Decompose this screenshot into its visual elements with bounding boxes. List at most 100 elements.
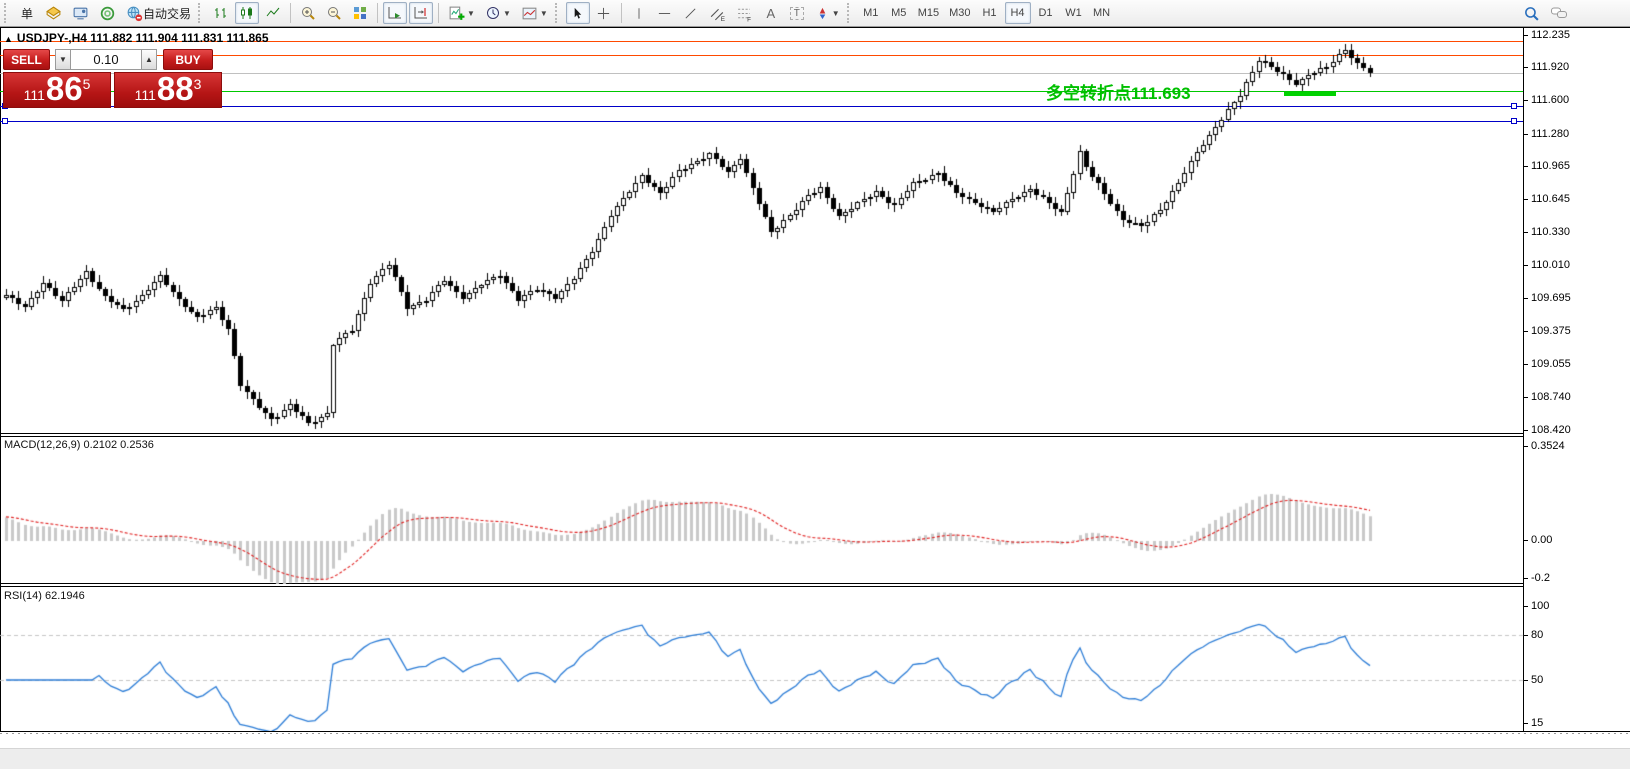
cursor-button[interactable] [566, 2, 590, 24]
macd-indicator-chart[interactable] [0, 438, 1524, 584]
text-tool-button[interactable]: A [759, 2, 783, 24]
bottom-strip [0, 748, 1630, 769]
rsi-axis-label: 80 [1531, 629, 1543, 641]
chat-button[interactable] [1546, 2, 1572, 24]
toolbar-grip[interactable] [4, 3, 10, 23]
panel-separator-1a [0, 433, 1630, 434]
bar-chart-icon [213, 5, 229, 21]
zoom-out-button[interactable] [322, 2, 346, 24]
zoom-in-icon [300, 5, 316, 21]
text-tool-icon: A [766, 6, 775, 21]
line-chart-button[interactable] [261, 2, 285, 24]
price-tick-mark [1524, 134, 1528, 135]
toolbar-grip[interactable] [198, 3, 204, 23]
volume-input[interactable] [71, 49, 141, 70]
timeframe-mn[interactable]: MN [1089, 2, 1115, 24]
candlestick-chart-button[interactable] [235, 2, 259, 24]
panel-separator-2b[interactable] [0, 586, 1630, 587]
candlestick-chart[interactable] [0, 27, 1524, 433]
price-tick-label: 110.010 [1531, 259, 1570, 271]
timeframe-m5[interactable]: M5 [886, 2, 912, 24]
timeframe-h4[interactable]: H4 [1005, 2, 1031, 24]
price-tick-mark [1524, 364, 1528, 365]
timeframe-h1[interactable]: H1 [977, 2, 1003, 24]
auto-scroll-icon [387, 5, 403, 21]
trend-line-button[interactable] [679, 2, 703, 24]
macd-axis-label: 0.00 [1531, 534, 1552, 546]
volume-decrease-button[interactable]: ▼ [55, 49, 71, 70]
buy-price-display[interactable]: 111883 [114, 72, 222, 108]
zoom-in-button[interactable] [296, 2, 320, 24]
deposit-button[interactable] [41, 2, 66, 24]
volume-increase-button[interactable]: ▲ [141, 49, 157, 70]
turning-point-annotation[interactable]: 多空转折点111.693 [1046, 79, 1191, 104]
panel-separator-1b[interactable] [0, 436, 1630, 437]
chart-shift-button[interactable] [409, 2, 433, 24]
periods-caret[interactable]: ▼ [503, 9, 511, 18]
green-trend-marker[interactable] [1284, 92, 1336, 96]
auto-scroll-button[interactable] [383, 2, 407, 24]
crosshair-button[interactable] [592, 2, 616, 24]
buy-button[interactable]: BUY [163, 49, 213, 70]
collapse-panel-icon[interactable]: ▲ [4, 34, 13, 44]
horizontal-line-button[interactable] [653, 2, 677, 24]
rsi-tick-mark [1524, 635, 1528, 636]
chart-title: ▲USDJPY-,H4 111.882 111.904 111.831 111.… [4, 31, 269, 45]
price-tick-mark [1524, 331, 1528, 332]
templates-caret[interactable]: ▼ [540, 9, 548, 18]
price-tick-mark [1524, 67, 1528, 68]
bar-chart-button[interactable] [209, 2, 233, 24]
indicators-button[interactable]: ▼ [444, 2, 479, 24]
periods-button[interactable]: ▼ [481, 2, 515, 24]
new-order-button[interactable]: 单 [15, 2, 39, 24]
indicators-caret[interactable]: ▼ [467, 9, 475, 18]
symbol-period-label: USDJPY-,H4 [17, 31, 87, 45]
vertical-line-button[interactable] [627, 2, 651, 24]
templates-button[interactable]: ▼ [517, 2, 552, 24]
arrows-icon [815, 6, 830, 21]
timeframe-m30[interactable]: M30 [945, 2, 974, 24]
search-button[interactable] [1519, 2, 1544, 24]
timeframe-group: M1M5M15M30H1H4D1W1MN [857, 2, 1116, 24]
price-tick-label: 111.280 [1531, 128, 1569, 140]
timeframe-m1[interactable]: M1 [858, 2, 884, 24]
support-button[interactable] [68, 2, 93, 24]
svg-text:F: F [747, 16, 751, 22]
arrows-caret[interactable]: ▼ [832, 9, 840, 18]
deposit-icon [45, 5, 62, 22]
fibonacci-icon: F [736, 5, 753, 22]
sell-price-display[interactable]: 111865 [3, 72, 111, 108]
timeframe-m15[interactable]: M15 [914, 2, 943, 24]
toolbar-grip[interactable] [847, 3, 853, 23]
rsi-indicator-chart[interactable] [0, 588, 1524, 731]
price-tick-mark [1524, 298, 1528, 299]
candlestick-icon [239, 5, 255, 21]
tile-windows-button[interactable] [348, 2, 372, 24]
buy-price-sup: 3 [194, 77, 202, 91]
macd-label: MACD(12,26,9) 0.2102 0.2536 [4, 439, 154, 451]
price-tick-mark [1524, 166, 1528, 167]
macd-axis-label: -0.2 [1531, 572, 1550, 584]
price-tick-label: 109.055 [1531, 358, 1571, 370]
text-label-button[interactable]: T [785, 2, 809, 24]
price-tick-label: 110.330 [1531, 226, 1570, 238]
macd-tick-mark [1524, 446, 1528, 447]
channel-icon: E [709, 5, 726, 22]
sell-button[interactable]: SELL [3, 49, 50, 70]
toolbar-grip[interactable] [555, 3, 561, 23]
horizontal-line-icon [657, 6, 672, 21]
arrows-button[interactable]: ▼ [811, 2, 844, 24]
signals-button[interactable] [95, 2, 120, 24]
price-tick-label: 111.600 [1531, 94, 1569, 106]
template-icon [521, 5, 538, 22]
equidistant-channel-button[interactable]: E [705, 2, 730, 24]
autotrading-button[interactable]: 自动交易 [122, 2, 195, 24]
fibonacci-button[interactable]: F [732, 2, 757, 24]
rsi-axis-label: 15 [1531, 717, 1543, 729]
price-tick-label: 108.420 [1531, 424, 1571, 436]
timeframe-d1[interactable]: D1 [1033, 2, 1059, 24]
macd-tick-mark [1524, 578, 1528, 579]
rsi-tick-mark [1524, 680, 1528, 681]
timeframe-w1[interactable]: W1 [1061, 2, 1087, 24]
rsi-tick-mark [1524, 723, 1528, 724]
